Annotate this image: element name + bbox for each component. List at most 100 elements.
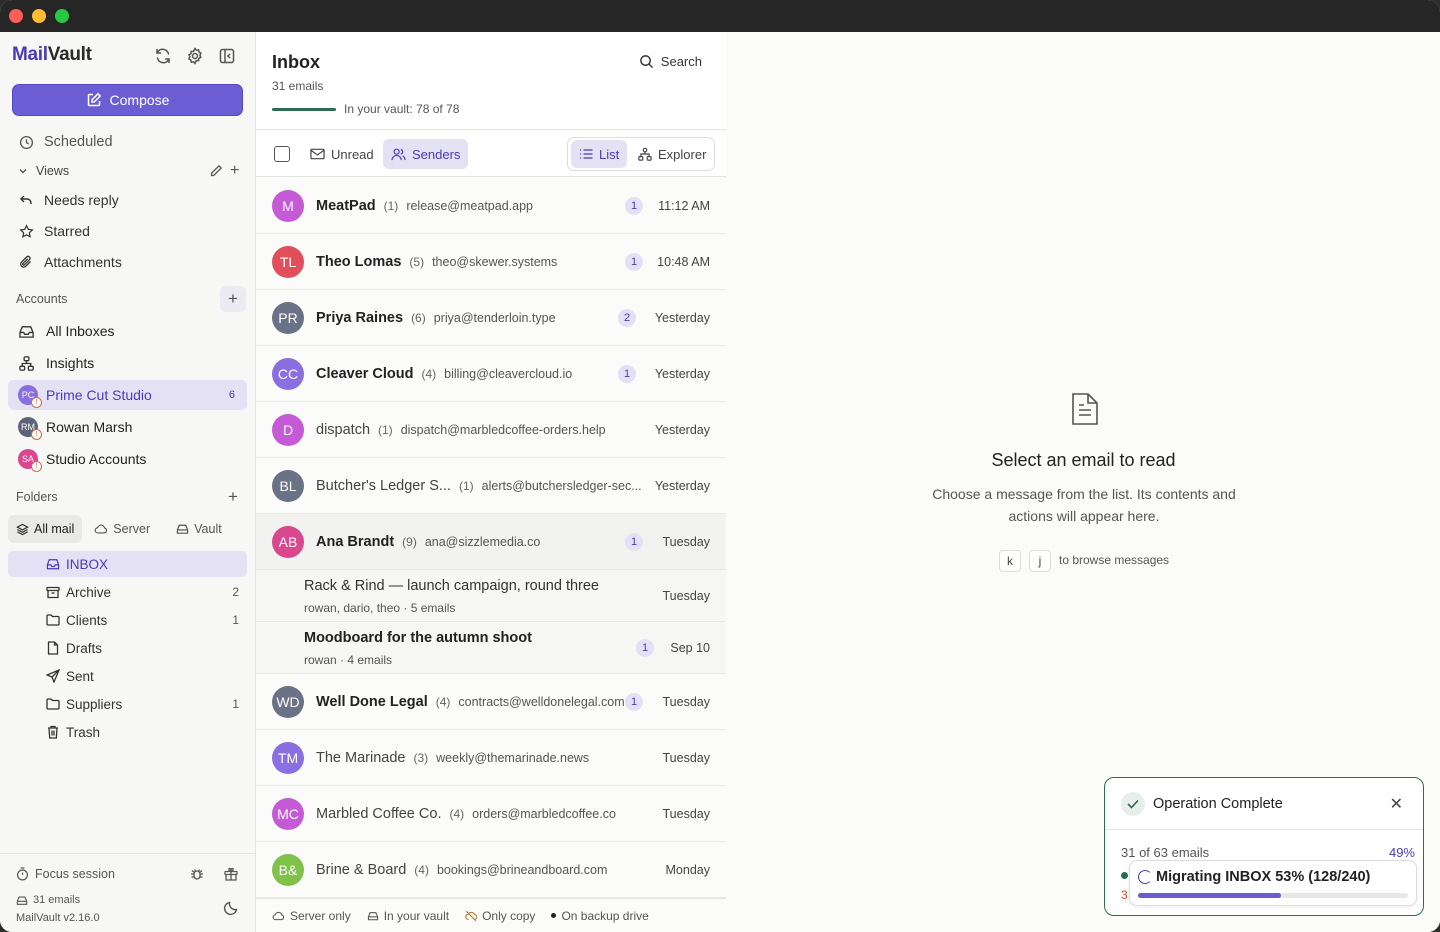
cloud-off-icon — [465, 910, 478, 921]
filter-unread-button[interactable]: Unread — [302, 139, 382, 169]
vault-status: In your vault: 78 of 78 — [344, 102, 460, 116]
sender-name: Cleaver Cloud — [316, 365, 414, 382]
minimize-window-button[interactable] — [32, 9, 46, 23]
close-window-button[interactable] — [9, 9, 23, 23]
avatar: PC! — [18, 385, 42, 408]
list-toolbar: Unread Senders List Explorer — [256, 131, 726, 177]
thread-row[interactable]: Rack & Rind — launch campaign, round thr… — [256, 570, 726, 622]
sender-row[interactable]: TL Theo Lomas (5) theo@skewer.systems 1 10:48… — [256, 234, 726, 290]
avatar-initials: AB — [278, 533, 298, 550]
warning-clock-icon: ! — [31, 429, 42, 440]
unread-badge: 1 — [636, 639, 654, 657]
folder-label: Suppliers — [66, 696, 123, 712]
nav-scheduled[interactable]: Scheduled — [8, 128, 247, 156]
sender-email: dispatch@marbledcoffee-orders.help — [400, 422, 606, 437]
account-rowan-marsh[interactable]: RM! Rowan Marsh — [8, 412, 247, 442]
sender-row[interactable]: Ddispatch (1) dispatch@marbledcoffee-order… — [256, 402, 726, 458]
send-icon — [46, 669, 60, 683]
folder-trash[interactable]: Trash — [8, 719, 247, 745]
sender-email: billing@cleavercloud.io — [444, 366, 573, 381]
toast-progress-percent: 49% — [1388, 845, 1415, 860]
search-button[interactable]: Search — [639, 54, 702, 69]
message-time: Yesterday — [654, 366, 710, 381]
account-unread-count: 6 — [228, 389, 235, 401]
nav-scheduled-label: Scheduled — [44, 134, 113, 150]
avatar: M — [272, 189, 304, 222]
reply-icon — [18, 192, 34, 208]
insights[interactable]: Insights — [8, 348, 247, 378]
tab-vault-label: Vault — [194, 522, 222, 536]
warning-clock-icon: ! — [31, 461, 42, 472]
sender-row[interactable]: MC Marbled Coffee Co. (4) orders@marbledcof… — [256, 786, 726, 842]
all-inboxes[interactable]: All Inboxes — [8, 316, 247, 346]
thread-row[interactable]: Moodboard for the autumn shoot rowan · 4 … — [256, 622, 726, 674]
sender-row[interactable]: B& Brine & Board (4) bookings@brineandboard… — [256, 842, 726, 898]
folder-count: 1 — [232, 697, 239, 711]
edit-views-pencil-icon[interactable] — [209, 164, 223, 178]
account-prime-cut-studio[interactable]: PC! Prime Cut Studio 6 — [8, 380, 247, 410]
close-icon[interactable]: ✕ — [1390, 794, 1403, 814]
folder-inbox[interactable]: INBOX — [8, 551, 247, 577]
sync-icon[interactable] — [153, 46, 173, 66]
sender-email-count: (3) — [413, 750, 429, 765]
sender-name: Ana Brandt — [316, 533, 395, 550]
view-attachments[interactable]: Attachments — [8, 248, 247, 276]
folder-drafts[interactable]: Drafts — [8, 635, 247, 661]
sender-email-count: (9) — [402, 534, 417, 549]
views-label: Views — [36, 164, 70, 178]
tab-all-mail-label: All mail — [34, 522, 75, 536]
toggle-sidebar-icon[interactable] — [217, 46, 237, 66]
select-all-checkbox[interactable] — [274, 146, 290, 162]
migration-status: Migrating INBOX 53% (128/240) — [1156, 869, 1371, 885]
folder-icon — [46, 613, 60, 627]
chevron-down-icon — [18, 163, 28, 179]
sender-row[interactable]: PR Priya Raines (6) priya@tenderloin.type 2 Y… — [256, 290, 726, 346]
focus-session-button[interactable]: Focus session — [16, 867, 115, 881]
add-view-plus-icon[interactable]: + — [230, 163, 239, 179]
folder-sent[interactable]: Sent — [8, 663, 247, 689]
message-time: Monday — [665, 862, 710, 877]
tab-all-mail[interactable]: All mail — [8, 515, 83, 543]
dark-mode-moon-icon[interactable] — [223, 900, 239, 916]
sender-name: MeatPad — [316, 197, 376, 214]
message-time: Tuesday — [662, 750, 710, 765]
tab-server-label: Server — [113, 522, 151, 536]
avatar: SA! — [18, 449, 42, 472]
sender-row[interactable]: M MeatPad (1) release@meatpad.app 1 11:12 AM — [256, 178, 726, 234]
bug-report-icon[interactable] — [189, 866, 205, 882]
avatar: MC — [272, 797, 304, 830]
error-count: 3 — [1121, 888, 1128, 902]
view-starred[interactable]: Starred — [8, 217, 247, 245]
add-folder-plus-icon[interactable]: + — [220, 484, 246, 510]
filter-senders-button[interactable]: Senders — [383, 139, 469, 169]
view-list-button[interactable]: List — [571, 140, 628, 168]
sender-row[interactable]: TM The Marinade (3) weekly@themarinade.news… — [256, 730, 726, 786]
operation-toast: Operation Complete ✕ 31 of 63 emails 49%… — [1104, 777, 1424, 916]
folder-suppliers[interactable]: Suppliers 1 — [8, 691, 247, 717]
view-explorer-button[interactable]: Explorer — [630, 140, 714, 168]
compose-button[interactable]: Compose — [12, 84, 243, 116]
avatar: B& — [272, 853, 304, 886]
gift-icon[interactable] — [223, 866, 239, 882]
avatar: TM — [272, 741, 304, 774]
check-circle-icon — [1121, 792, 1145, 816]
folders-section-label: Folders — [16, 490, 58, 504]
list-header: Inbox 31 emails In your vault: 78 of 78 … — [256, 32, 726, 130]
folder-clients[interactable]: Clients 1 — [8, 607, 247, 633]
sender-email-count: (6) — [411, 310, 426, 325]
sender-row[interactable]: CC Cleaver Cloud (4) billing@cleavercloud.i… — [256, 346, 726, 402]
settings-gear-icon[interactable] — [185, 46, 205, 66]
sender-row[interactable]: WD Well Done Legal (4) contracts@welldonele… — [256, 674, 726, 730]
backup-dot-icon — [551, 913, 557, 918]
account-studio-accounts[interactable]: SA! Studio Accounts — [8, 444, 247, 474]
view-needs-reply[interactable]: Needs reply — [8, 186, 247, 214]
zoom-window-button[interactable] — [55, 9, 69, 23]
sender-row[interactable]: BL Butcher's Ledger S... (1) alerts@butcher… — [256, 458, 726, 514]
sender-email-count: (1) — [383, 198, 399, 213]
tab-server[interactable]: Server — [86, 515, 158, 543]
add-account-plus-icon[interactable]: + — [220, 286, 246, 312]
tab-vault[interactable]: Vault — [168, 515, 230, 543]
folder-archive[interactable]: Archive 2 — [8, 579, 247, 605]
thread-subject: Moodboard for the autumn shoot — [304, 630, 532, 646]
sender-row[interactable]: AB Ana Brandt (9) ana@sizzlemedia.co 1 Tuesda… — [256, 514, 726, 570]
